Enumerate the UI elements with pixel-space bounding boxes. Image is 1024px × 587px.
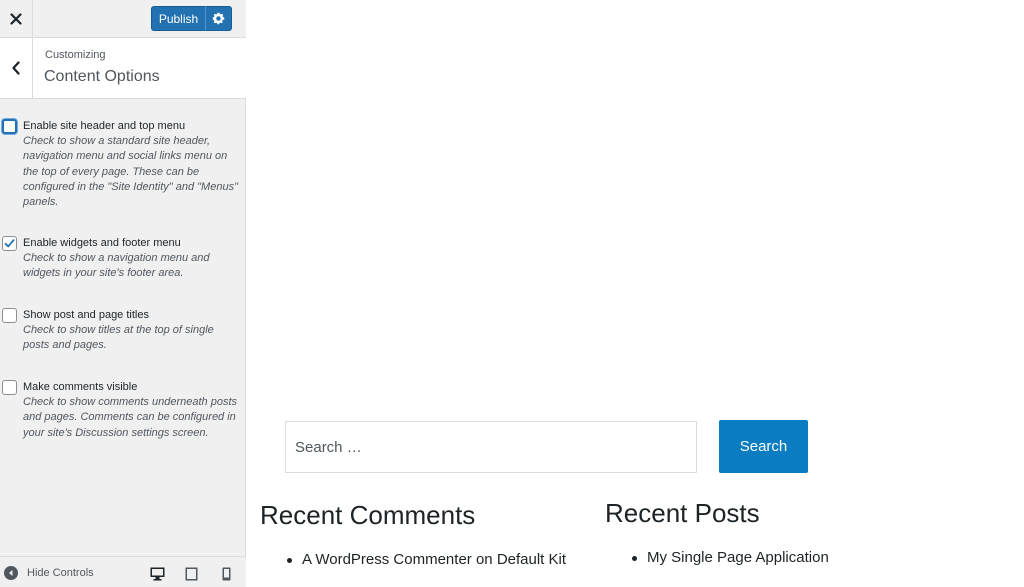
search-input[interactable]	[285, 421, 697, 473]
hide-controls-label: Hide Controls	[27, 567, 94, 579]
checkmark-icon	[4, 239, 15, 248]
option-label: Enable widgets and footer menu	[23, 237, 181, 249]
publish-group: Publish	[151, 6, 232, 31]
option-description: Check to show comments underneath posts …	[23, 396, 238, 439]
hide-controls-button[interactable]: Hide Controls	[4, 566, 94, 580]
mobile-icon	[222, 567, 231, 581]
customizer-footer: Hide Controls	[0, 556, 246, 587]
back-button[interactable]	[0, 38, 33, 98]
option-label: Show post and page titles	[23, 309, 149, 321]
chevron-left-icon	[12, 61, 20, 75]
site-preview: Search Recent Comments A WordPress Comme…	[246, 0, 1024, 587]
post-link[interactable]: My Single Page Application	[647, 549, 829, 566]
post-titles-checkbox[interactable]	[2, 308, 17, 323]
recent-posts-list: My Single Page Application	[632, 549, 829, 566]
option-description: Check to show titles at the top of singl…	[23, 324, 214, 352]
option-label: Enable site header and top menu	[23, 120, 186, 132]
gear-icon	[212, 12, 225, 25]
customizer-topbar: Publish	[0, 0, 246, 38]
collapse-icon	[4, 566, 18, 580]
publish-settings-button[interactable]	[205, 6, 232, 31]
list-item: A WordPress Commenter on Default Kit	[287, 551, 566, 568]
tablet-preview-button[interactable]	[185, 567, 198, 586]
close-button[interactable]	[0, 0, 33, 37]
option-description: Check to show a navigation menu and widg…	[23, 252, 210, 280]
comment-on-text: on	[475, 551, 493, 568]
desktop-icon	[150, 567, 165, 581]
tablet-icon	[185, 567, 198, 581]
mobile-preview-button[interactable]	[222, 567, 231, 586]
desktop-preview-button[interactable]	[150, 567, 165, 586]
comment-author-link[interactable]: A WordPress Commenter	[302, 551, 472, 568]
publish-button[interactable]: Publish	[151, 6, 205, 31]
recent-comments-title: Recent Comments	[260, 500, 476, 530]
breadcrumb: Customizing	[45, 49, 106, 61]
close-icon	[10, 12, 22, 25]
section-header: Customizing Content Options	[0, 38, 246, 99]
comments-visible-checkbox[interactable]	[2, 380, 17, 395]
recent-comments-list: A WordPress Commenter on Default Kit	[287, 551, 566, 568]
comment-post-link[interactable]: Default Kit	[497, 551, 566, 568]
list-item: My Single Page Application	[632, 549, 829, 566]
option-description: Check to show a standard site header, na…	[23, 135, 238, 209]
widgets-footer-checkbox[interactable]	[2, 236, 17, 251]
page-title: Content Options	[44, 68, 160, 85]
customizer-sidebar: Publish Customizing Content Options Enab…	[0, 0, 246, 587]
site-header-checkbox[interactable]	[2, 119, 17, 134]
recent-posts-title: Recent Posts	[605, 498, 760, 528]
option-label: Make comments visible	[23, 381, 138, 393]
search-button[interactable]: Search	[719, 420, 808, 473]
